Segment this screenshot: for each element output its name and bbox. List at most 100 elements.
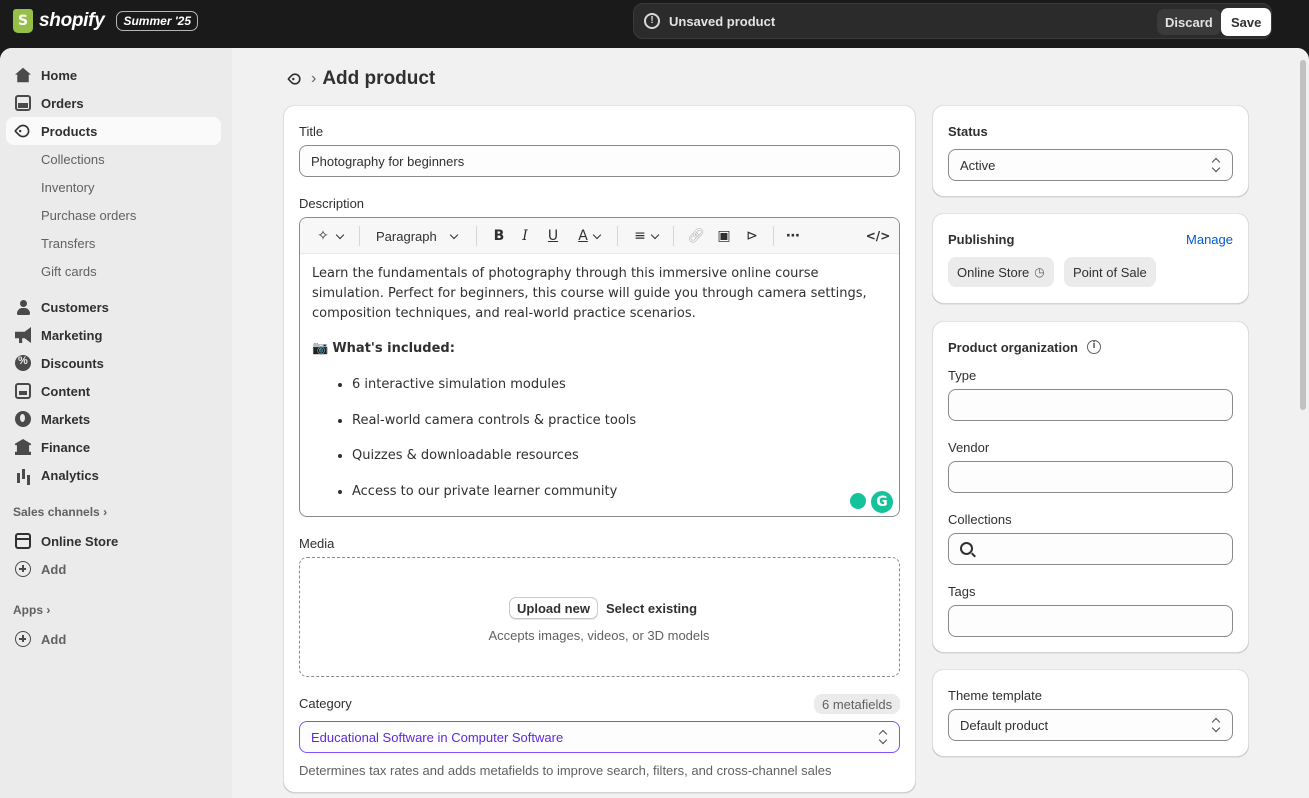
status-value: Active xyxy=(960,157,996,173)
save-button[interactable]: Save xyxy=(1221,8,1272,36)
list-item: Access to our private learner community xyxy=(352,482,887,502)
tags-label: Tags xyxy=(948,584,976,599)
status-label: Status xyxy=(948,124,988,139)
search-icon xyxy=(960,542,973,555)
toolbar-divider xyxy=(773,226,774,246)
person-icon xyxy=(15,299,31,315)
sidebar-item-add-app[interactable]: Add xyxy=(6,625,221,653)
discount-icon xyxy=(15,355,31,371)
code-view-icon[interactable]: </> xyxy=(866,226,891,246)
media-hint: Accepts images, videos, or 3D models xyxy=(488,628,710,643)
media-dropzone[interactable]: Upload new Select existing Accepts image… xyxy=(299,557,900,677)
bar-chart-icon xyxy=(15,467,31,483)
sidebar-item-home[interactable]: Home xyxy=(6,61,221,89)
video-icon[interactable]: ⊳ xyxy=(742,226,762,246)
sales-channels-heading[interactable]: Sales channels › xyxy=(13,505,107,519)
title-input[interactable]: Photography for beginners xyxy=(299,145,900,177)
vendor-input[interactable] xyxy=(948,461,1233,493)
sidebar-item-markets[interactable]: Markets xyxy=(6,405,221,433)
select-existing-button[interactable]: Select existing xyxy=(606,601,697,616)
sidebar-subitem-purchase-orders[interactable]: Purchase orders xyxy=(41,208,136,223)
metafields-badge: 6 metafields xyxy=(814,694,901,714)
sidebar-item-label: Orders xyxy=(41,95,84,111)
sidebar-item-analytics[interactable]: Analytics xyxy=(6,461,221,489)
grammarly-widget: G xyxy=(843,488,899,516)
bold-button[interactable]: B xyxy=(490,226,508,246)
underline-button[interactable]: U xyxy=(544,226,562,246)
sidebar-item-products[interactable]: Products xyxy=(6,117,221,145)
sidebar-item-label: Discounts xyxy=(41,355,104,371)
select-arrows-icon xyxy=(1213,159,1221,173)
sidebar: Home Orders Products Collections Invento… xyxy=(0,48,232,798)
grammarly-icon[interactable]: G xyxy=(871,491,893,513)
channel-label: Online Store xyxy=(957,264,1030,280)
shopify-logo[interactable]: shopify Summer '25 xyxy=(13,9,199,33)
tag-icon[interactable] xyxy=(287,71,303,87)
link-icon[interactable]: 🔗︎ xyxy=(686,226,706,246)
page-scrollbar[interactable] xyxy=(1297,48,1309,798)
upload-new-button[interactable]: Upload new xyxy=(509,597,598,619)
chevron-down-icon xyxy=(449,230,458,239)
logo-text: shopify xyxy=(39,10,105,31)
schedule-icon: ◷ xyxy=(1034,265,1045,279)
sidebar-item-discounts[interactable]: Discounts xyxy=(6,349,221,377)
tags-input[interactable] xyxy=(948,605,1233,637)
description-list: 6 interactive simulation modules Real-wo… xyxy=(312,375,887,502)
theme-template-label: Theme template xyxy=(948,688,1042,703)
sidebar-subitem-gift-cards[interactable]: Gift cards xyxy=(41,264,97,279)
category-hint: Determines tax rates and adds metafields… xyxy=(299,763,832,778)
breadcrumb: › Add product xyxy=(287,68,436,90)
align-dropdown[interactable]: ≡ xyxy=(630,226,662,246)
channel-tag-online-store[interactable]: Online Store ◷ xyxy=(948,257,1054,287)
edition-badge[interactable]: Summer '25 xyxy=(116,11,199,31)
info-icon[interactable]: i xyxy=(1087,340,1101,354)
sidebar-subitem-transfers[interactable]: Transfers xyxy=(41,236,95,251)
discard-button[interactable]: Discard xyxy=(1157,9,1221,35)
sidebar-item-online-store[interactable]: Online Store xyxy=(6,527,221,555)
lightbulb-icon[interactable] xyxy=(850,493,866,509)
description-content[interactable]: Learn the fundamentals of photography th… xyxy=(312,264,887,516)
sidebar-subitem-collections[interactable]: Collections xyxy=(41,152,105,167)
sidebar-item-marketing[interactable]: Marketing xyxy=(6,321,221,349)
theme-template-card: Theme template Default product xyxy=(932,669,1249,757)
product-organization-card: Product organization i Type Vendor Colle… xyxy=(932,321,1249,653)
description-editor: ✧ Paragraph B I U A ≡ 🔗︎ ▣ ⊳ ⋯ </> Learn… xyxy=(299,217,900,517)
collections-input[interactable] xyxy=(948,533,1233,565)
paragraph-dropdown[interactable]: Paragraph xyxy=(376,226,458,246)
chevron-right-icon: › xyxy=(46,603,51,617)
sidebar-item-label: Customers xyxy=(41,299,109,315)
channel-label: Point of Sale xyxy=(1073,264,1147,280)
home-icon xyxy=(15,67,31,83)
sidebar-item-label: Online Store xyxy=(41,533,119,549)
toolbar-divider xyxy=(476,226,477,246)
sidebar-subitem-inventory[interactable]: Inventory xyxy=(41,180,94,195)
sidebar-item-customers[interactable]: Customers xyxy=(6,293,221,321)
sidebar-item-label: Products xyxy=(41,123,98,139)
unsaved-message: Unsaved product xyxy=(669,14,776,29)
sidebar-item-add-channel[interactable]: Add xyxy=(6,555,221,583)
scrollbar-thumb[interactable] xyxy=(1300,60,1306,410)
paragraph-label: Paragraph xyxy=(376,228,437,244)
image-icon[interactable]: ▣ xyxy=(714,226,734,246)
more-icon[interactable]: ⋯ xyxy=(783,226,803,246)
text-color-button[interactable]: A xyxy=(573,226,605,246)
manage-link[interactable]: Manage xyxy=(1186,232,1233,247)
theme-template-select[interactable]: Default product xyxy=(948,709,1233,741)
status-select[interactable]: Active xyxy=(948,149,1233,181)
sidebar-item-orders[interactable]: Orders xyxy=(6,89,221,117)
category-select[interactable]: Educational Software in Computer Softwar… xyxy=(299,721,900,753)
italic-button[interactable]: I xyxy=(516,226,534,246)
type-input[interactable] xyxy=(948,389,1233,421)
sales-channels-label: Sales channels xyxy=(13,505,100,519)
sidebar-item-label: Home xyxy=(41,67,78,83)
page-title: Add product xyxy=(322,68,436,89)
sidebar-item-content[interactable]: Content xyxy=(6,377,221,405)
ai-magic-button[interactable]: ✧ xyxy=(312,226,348,246)
megaphone-icon xyxy=(15,327,31,343)
content-icon xyxy=(15,383,31,399)
plus-circle-icon xyxy=(15,561,31,577)
sidebar-item-finance[interactable]: Finance xyxy=(6,433,221,461)
apps-heading[interactable]: Apps › xyxy=(13,603,50,617)
sidebar-item-label: Add xyxy=(41,561,67,577)
channel-tag-point-of-sale[interactable]: Point of Sale xyxy=(1064,257,1156,287)
